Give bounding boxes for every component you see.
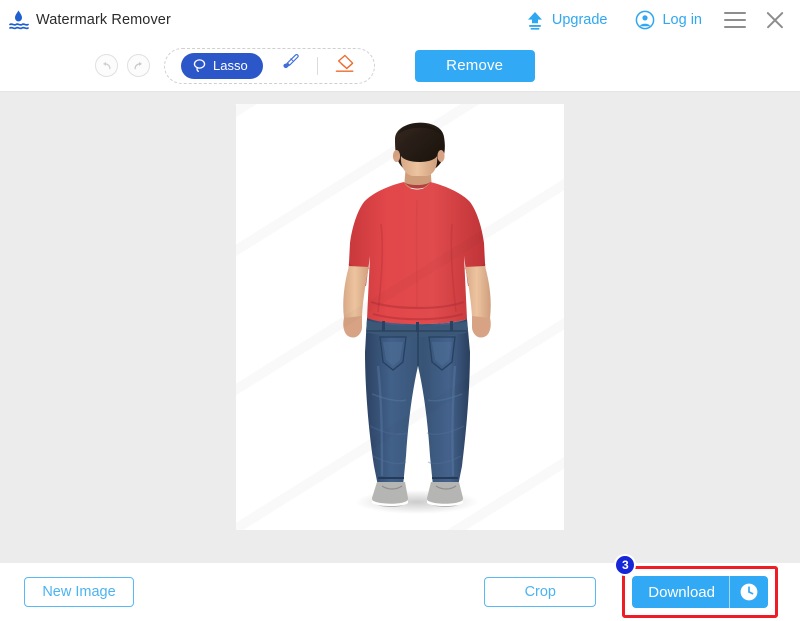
tool-lasso[interactable]: Lasso (181, 52, 263, 79)
title-bar: Watermark Remover Upgrade Log in (0, 0, 800, 40)
watermark-remover-window: Watermark Remover Upgrade Log in Lasso R… (0, 0, 800, 621)
tool-brush[interactable] (277, 52, 303, 79)
upgrade-label: Upgrade (551, 12, 608, 28)
new-image-button[interactable]: New Image (24, 577, 134, 607)
brand: Watermark Remover (8, 9, 171, 31)
footer-bar: New Image Crop 3 Download (0, 554, 800, 621)
app-title: Watermark Remover (36, 12, 171, 28)
image-canvas[interactable] (0, 92, 800, 563)
user-circle-icon (635, 10, 655, 30)
undo-arrow-icon (100, 59, 113, 72)
clock-icon[interactable] (730, 582, 768, 602)
title-bar-actions: Upgrade Log in (525, 9, 786, 31)
photo-frame[interactable] (236, 104, 564, 530)
paintbrush-icon (279, 52, 301, 79)
tool-divider (316, 56, 318, 75)
tool-group: Lasso (164, 47, 375, 84)
download-highlight: 3 Download (614, 554, 778, 618)
login-label: Log in (662, 12, 702, 28)
download-button[interactable]: Download (632, 576, 768, 608)
step-badge: 3 (614, 554, 637, 576)
crop-button[interactable]: Crop (484, 577, 597, 607)
water-drop-icon (8, 9, 29, 31)
tool-eraser[interactable] (332, 54, 358, 78)
edit-toolbar: Lasso Remove (0, 40, 800, 92)
remove-button[interactable]: Remove (414, 49, 535, 82)
redo-arrow-icon (132, 59, 145, 72)
close-icon[interactable] (764, 9, 786, 31)
photo-subject (236, 104, 564, 530)
eraser-icon (333, 52, 356, 80)
tool-lasso-label: Lasso (213, 58, 248, 73)
history-buttons (95, 54, 150, 77)
lasso-icon (192, 58, 207, 73)
login-button[interactable]: Log in (635, 10, 702, 30)
hamburger-menu-icon[interactable] (724, 12, 746, 28)
upload-arrow-icon (525, 10, 545, 30)
undo-button[interactable] (95, 54, 118, 77)
footer-right-actions: Crop 3 Download (484, 554, 778, 618)
download-label: Download (648, 583, 715, 601)
upgrade-button[interactable]: Upgrade (525, 10, 608, 30)
redo-button[interactable] (127, 54, 150, 77)
